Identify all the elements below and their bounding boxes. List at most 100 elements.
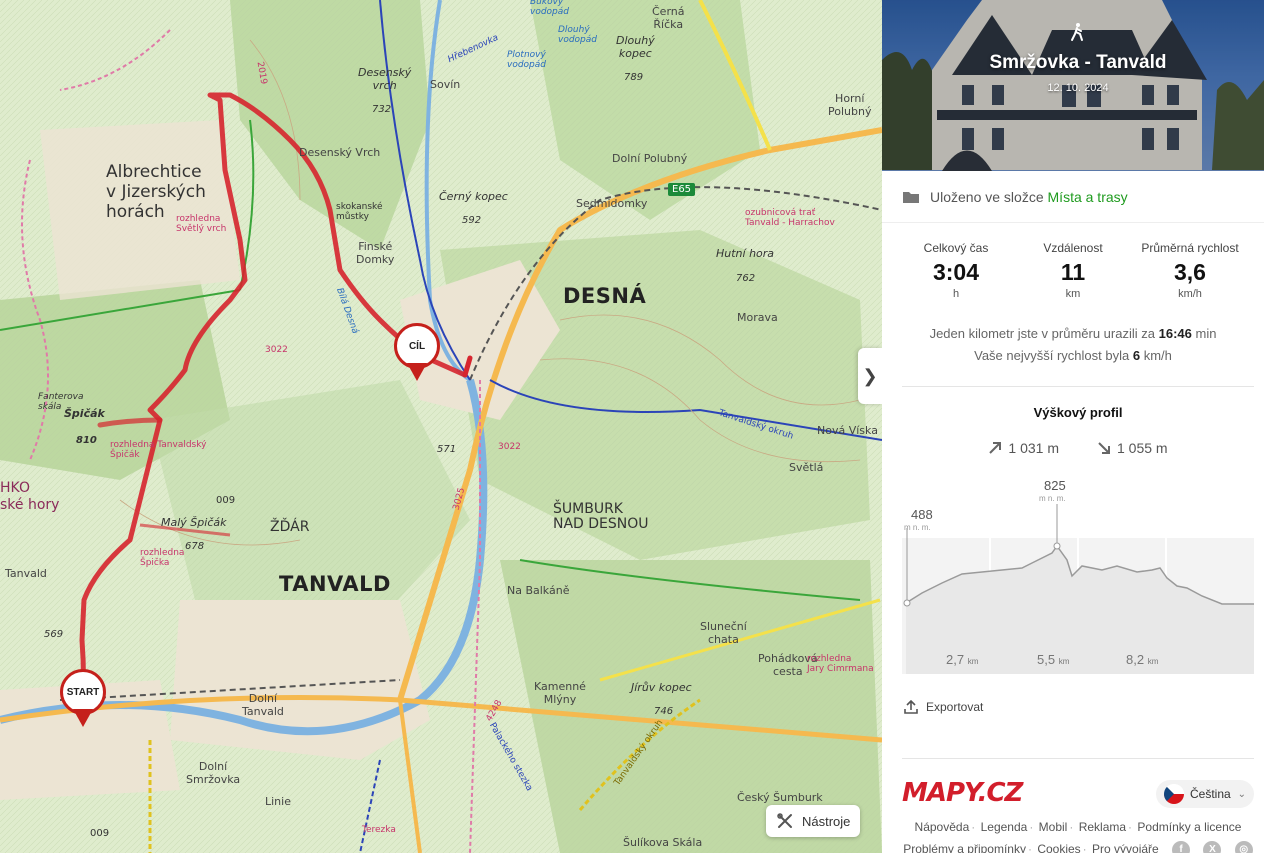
max-speed-info: Vaše nejvyšší rychlost byla 6 km/h	[882, 348, 1264, 363]
start-elevation-label: 488	[911, 507, 933, 522]
pace-info: Jeden kilometr jste v průměru urazili za…	[882, 326, 1264, 341]
peak-label: Dlouhý kopec	[616, 34, 655, 60]
peak-label: Malý Špičák	[161, 516, 227, 529]
stat-value: 11	[1060, 259, 1086, 285]
village-label: skokanské můstky	[336, 202, 383, 222]
map-canvas[interactable]: DESNÁ TANVALD Albrechtice v Jizerských h…	[0, 0, 882, 853]
facebook-icon[interactable]: f	[1172, 840, 1191, 853]
route-title: Smržovka - Tanvald	[989, 52, 1167, 73]
footer-link[interactable]: Mobil	[1039, 820, 1068, 834]
village-label: Sedmidomky	[576, 197, 648, 210]
waterfall-label: Dlouhý vodopád	[558, 25, 597, 45]
stat-avg-speed: Průměrná rychlost 3,6 km/h	[1132, 241, 1248, 300]
divider	[902, 758, 1254, 759]
village-label: Na Balkáně	[507, 584, 570, 597]
poi-label: rozhledna Špička	[140, 548, 185, 568]
peak-label: Hutní hora	[716, 247, 775, 260]
footer-link[interactable]: Pro vývojáře	[1092, 842, 1159, 853]
footer-link[interactable]: Legenda	[981, 820, 1028, 834]
route-detail-panel: Smržovka - Tanvald 12. 10. 2024 Uloženo …	[882, 0, 1264, 853]
ascent-value: 1 031 m	[1008, 440, 1059, 456]
stat-label: Průměrná rychlost	[1141, 241, 1239, 255]
footer-link[interactable]: Cookies	[1037, 842, 1080, 853]
elevation-point: 569	[44, 629, 64, 640]
peak-label: Černý kopec	[439, 190, 508, 203]
footer-links: Nápověda · Legenda · Mobil · Reklama · Podmí…	[882, 816, 1264, 853]
poi-label: rozhledna Tanvaldský Špičák	[110, 440, 207, 460]
tools-label: Nástroje	[802, 813, 851, 829]
stat-label: Celkový čas	[923, 241, 989, 255]
finish-pin[interactable]: CÍL	[394, 323, 440, 383]
footer-link[interactable]: Problémy a připomínky	[903, 842, 1026, 853]
route-number: 3022	[265, 345, 288, 355]
village-label: Linie	[265, 795, 291, 808]
footer-row-2: Problémy a připomínky · Cookies · Pro vývo…	[882, 838, 1264, 853]
elevation-profile-chart[interactable]: 488 m n. m. 825 m n. m. 2,7 km 5,5 km 8,…	[902, 478, 1254, 674]
village-label: Finské Domky	[356, 240, 395, 266]
folder-icon	[903, 191, 919, 203]
peak-elevation: 762	[736, 273, 756, 284]
peak-elevation: 732	[372, 104, 392, 115]
language-label: Čeština	[1190, 787, 1231, 801]
divider	[902, 386, 1254, 387]
pace-prefix: Jeden kilometr jste v průměru urazili za	[929, 326, 1155, 341]
peak-elevation: 678	[185, 541, 205, 552]
road-badge: E65	[668, 183, 696, 196]
czech-flag-icon	[1164, 784, 1184, 804]
footer-link[interactable]: Nápověda	[915, 820, 970, 834]
unit-label: m n. m.	[904, 523, 931, 532]
logo-text: MAPY.CZ	[902, 778, 1023, 808]
stat-value: 3:04	[932, 259, 980, 285]
peak-elevation: 789	[624, 72, 644, 83]
chevron-down-icon: ⌄	[1237, 788, 1246, 800]
export-button[interactable]: Exportovat	[904, 700, 983, 714]
elevation-profile-svg	[902, 478, 1254, 674]
mapy-cz-logo[interactable]: MAPY.CZ	[902, 778, 1023, 808]
axis-tick-value: 5,5	[1037, 652, 1056, 667]
axis-tick: 5,5 km	[1037, 652, 1069, 667]
town-label-sumburk: ŠUMBURK NAD DESNOU	[553, 501, 649, 532]
stat-unit: km/h	[1178, 288, 1202, 300]
poi-label: rozhledna	[807, 654, 852, 664]
axis-tick-unit: km	[1058, 657, 1070, 666]
folder-link[interactable]: Místa a trasy	[1048, 189, 1128, 205]
folder-prefix: Uloženo ve složce	[930, 188, 1044, 205]
elevation-point: 009	[216, 495, 236, 506]
peak-label: Špičák	[64, 407, 105, 420]
ascent: 1 031 m	[988, 440, 1059, 456]
descent: 1 055 m	[1097, 440, 1168, 456]
peak-label: Desenský vrch	[358, 66, 412, 92]
village-label: Sovín	[430, 78, 461, 91]
stat-value: 3,6	[1174, 259, 1206, 285]
language-selector[interactable]: Čeština ⌄	[1156, 780, 1254, 808]
axis-tick-value: 2,7	[946, 652, 965, 667]
village-label: Dolní Polubný	[612, 152, 688, 165]
village-label: Tanvald	[5, 567, 47, 580]
poi-label: Jary Cimrmana	[807, 664, 874, 674]
stat-unit: h	[952, 288, 960, 300]
app-root: DESNÁ TANVALD Albrechtice v Jizerských h…	[0, 0, 1264, 853]
village-label: Desenský Vrch	[299, 146, 381, 159]
route-cover-photo: Smržovka - Tanvald 12. 10. 2024	[882, 0, 1264, 171]
village-label: Kamenné Mlýny	[534, 680, 586, 706]
tools-button[interactable]: Nástroje	[766, 805, 861, 837]
elevation-stats: 1 031 m 1 055 m	[882, 440, 1264, 456]
max-speed-prefix: Vaše nejvyšší rychlost byla	[974, 348, 1130, 363]
stat-label: Vzdálenost	[1043, 241, 1103, 255]
footer-link[interactable]: Reklama	[1079, 820, 1126, 834]
axis-tick: 2,7 km	[946, 652, 978, 667]
start-pin[interactable]: START	[60, 669, 106, 729]
route-stats: Celkový čas 3:04 h Vzdálenost 11 km Prům…	[882, 223, 1264, 300]
poi-label: rozhledna Světlý vrch	[176, 214, 227, 234]
stat-unit: km	[1065, 288, 1081, 300]
poi-label: ozubnicová trať Tanvald - Harrachov	[745, 208, 835, 228]
x-icon[interactable]: X	[1203, 840, 1222, 853]
instagram-icon[interactable]: ◎	[1234, 840, 1253, 853]
descent-value: 1 055 m	[1117, 440, 1168, 456]
region-label: HKO	[0, 480, 30, 496]
footer-link[interactable]: Podmínky a licence	[1137, 820, 1241, 834]
arrow-up-right-icon	[989, 442, 1002, 454]
collapse-panel-button[interactable]: ❯	[858, 348, 882, 404]
axis-tick-unit: km	[967, 657, 979, 666]
village-label: Černá Říčka	[652, 5, 685, 31]
